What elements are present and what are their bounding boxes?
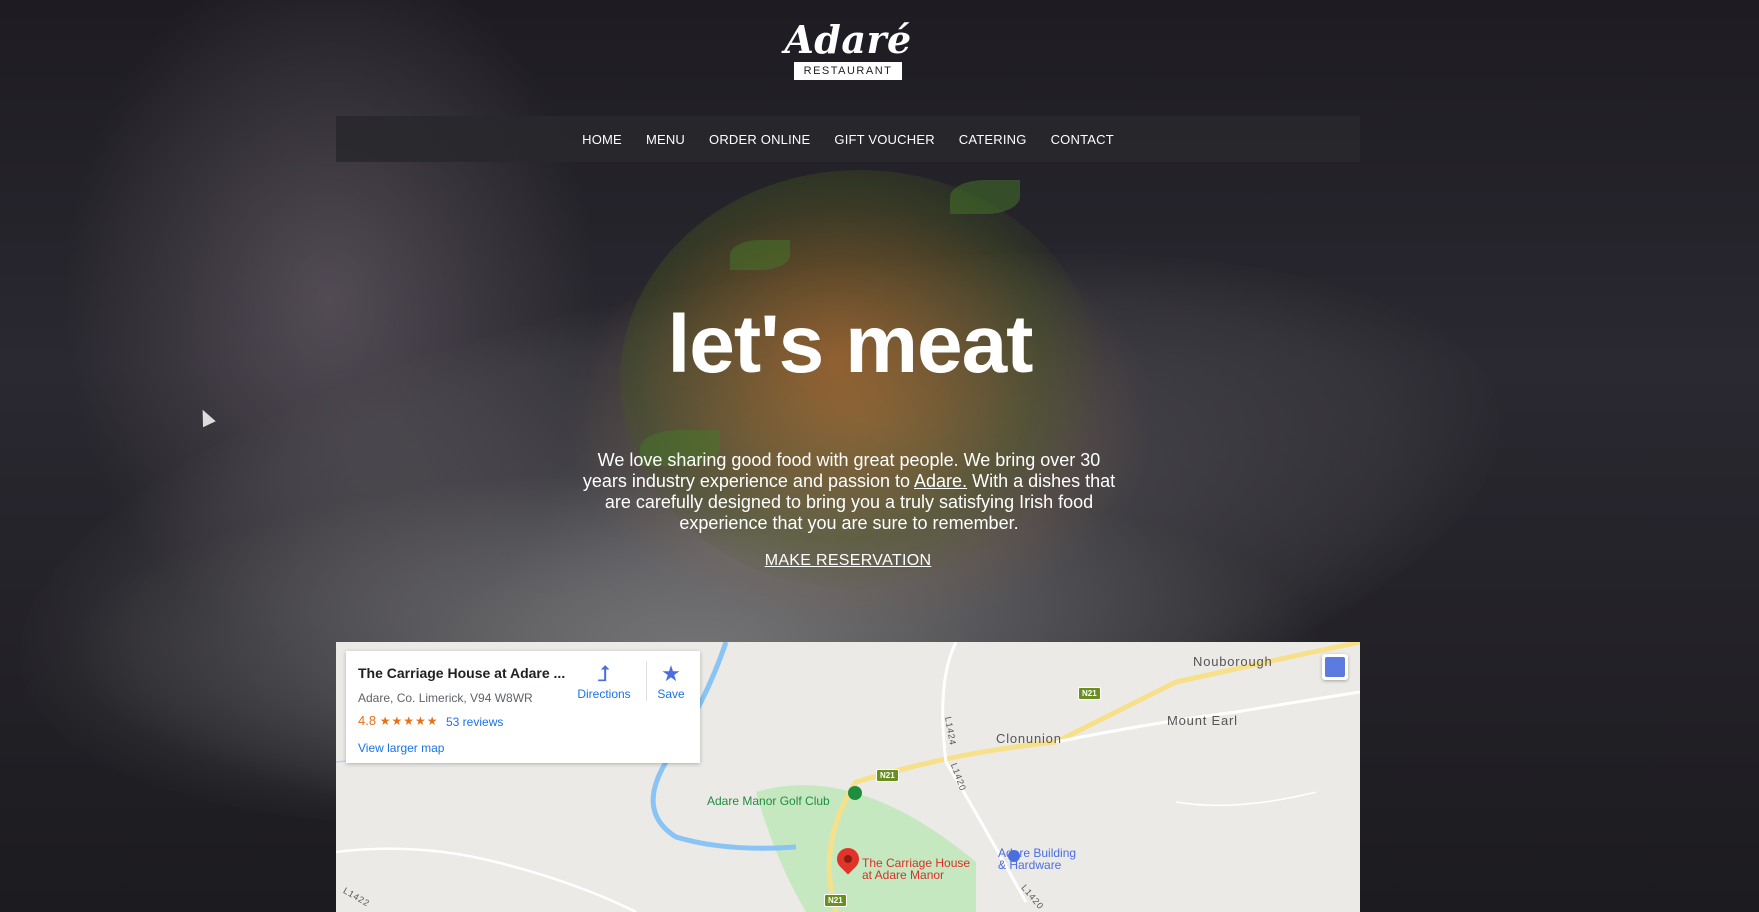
reviews-link[interactable]: 53 reviews: [446, 715, 503, 729]
nav-catering[interactable]: CATERING: [947, 132, 1039, 147]
brand-logo[interactable]: Adaré RESTAURANT: [780, 20, 916, 80]
logo-wordmark: Adaré: [784, 17, 912, 62]
save-button[interactable]: ★ Save: [646, 661, 695, 701]
google-map-embed[interactable]: The Carriage House at Adare ... Adare, C…: [336, 642, 1360, 912]
road-shield-n21: N21: [876, 769, 899, 782]
l1422-road: [336, 847, 637, 912]
make-reservation-link[interactable]: MAKE RESERVATION: [765, 552, 932, 569]
road-shield-n21: N21: [1078, 687, 1101, 700]
map-label-mount-earl: Mount Earl: [1167, 713, 1238, 728]
star-rating-icon: ★★★★★: [379, 714, 439, 728]
shop-marker-icon[interactable]: [1008, 850, 1020, 862]
street-view-pegman-icon[interactable]: [1322, 654, 1348, 680]
nav-contact[interactable]: CONTACT: [1039, 132, 1126, 147]
reservation-cta: MAKE RESERVATION: [0, 552, 1696, 570]
map-label-building-2[interactable]: & Hardware: [998, 858, 1061, 872]
star-icon: ★: [661, 661, 681, 686]
main-nav: HOME MENU ORDER ONLINE GIFT VOUCHER CATE…: [336, 116, 1360, 162]
map-label-nouborough: Nouborough: [1193, 654, 1273, 669]
save-label: Save: [657, 687, 685, 701]
place-name[interactable]: The Carriage House at Adare ...: [358, 665, 565, 681]
nav-gift-voucher[interactable]: GIFT VOUCHER: [822, 132, 946, 147]
golf-marker-icon[interactable]: [848, 786, 862, 800]
hero-description: We love sharing good food with great peo…: [574, 450, 1124, 534]
directions-icon: ⮥: [597, 661, 611, 686]
map-label-clonunion: Clonunion: [996, 731, 1062, 746]
garnish-leaf: [730, 240, 790, 270]
place-info-card: The Carriage House at Adare ... Adare, C…: [346, 651, 700, 763]
road-shield-n21: N21: [824, 894, 847, 907]
directions-button[interactable]: ⮥ Directions: [574, 661, 634, 701]
minor-road: [1175, 791, 1317, 807]
nav-home[interactable]: HOME: [570, 132, 634, 147]
logo-subtitle: RESTAURANT: [793, 62, 903, 80]
garnish-leaf: [950, 180, 1020, 214]
place-address: Adare, Co. Limerick, V94 W8WR: [358, 691, 533, 705]
map-label-carriage-house-2[interactable]: at Adare Manor: [862, 868, 944, 882]
nav-menu[interactable]: MENU: [634, 132, 697, 147]
directions-label: Directions: [577, 687, 631, 701]
rating-value: 4.8: [358, 713, 377, 728]
nav-order-online[interactable]: ORDER ONLINE: [697, 132, 822, 147]
hero-title: let's meat: [667, 299, 1033, 390]
map-label-golf-club[interactable]: Adare Manor Golf Club: [707, 794, 830, 808]
view-larger-map-link[interactable]: View larger map: [358, 741, 444, 755]
adare-link[interactable]: Adare.: [914, 471, 967, 491]
place-rating: 4.8 ★★★★★: [358, 713, 439, 728]
